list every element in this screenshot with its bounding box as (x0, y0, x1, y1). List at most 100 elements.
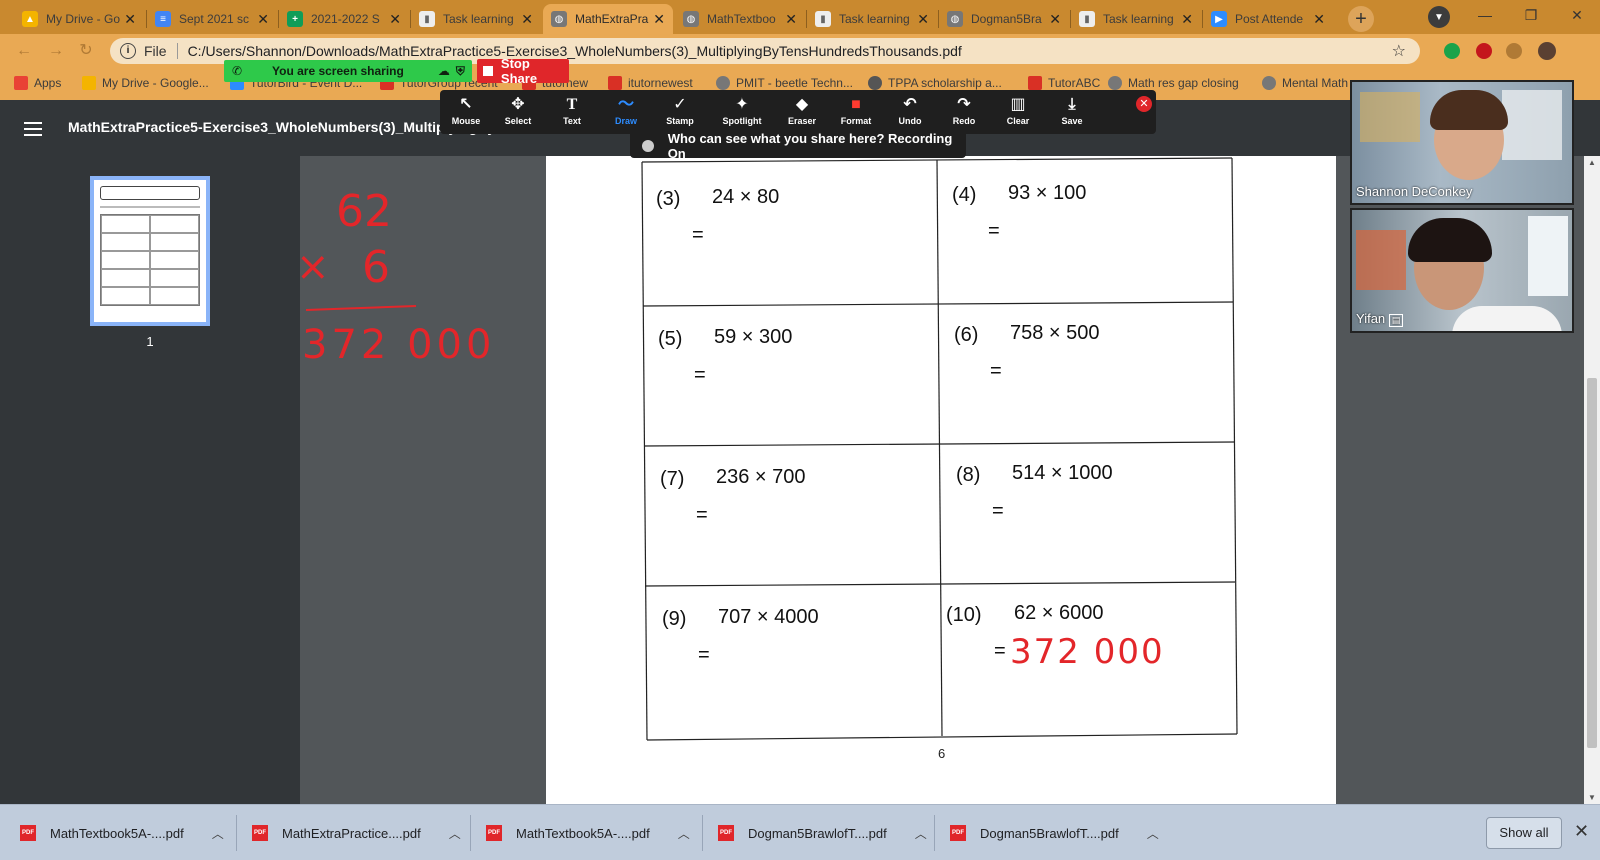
download-item[interactable]: PDF MathExtraPractice....pdf ︿ (252, 819, 461, 847)
tool-redo[interactable]: ↷ Redo (938, 94, 990, 126)
back-icon[interactable]: ← (14, 41, 34, 61)
reload-icon[interactable]: ↻ (76, 41, 96, 61)
chevron-up-icon[interactable]: ︿ (1147, 825, 1159, 842)
pdf-page: (3) 24 × 80 = (4) 93 × 100 = (5) 59 × 30… (546, 156, 1336, 804)
recording-notice[interactable]: Who can see what you share here? Recordi… (630, 131, 966, 161)
tool-eraser[interactable]: ◆ Eraser (776, 94, 828, 126)
problem-number: (10) (946, 604, 982, 626)
chevron-up-icon[interactable]: ︿ (678, 825, 690, 842)
problem-expression: 24 × 80 (712, 186, 780, 208)
download-item[interactable]: PDF Dogman5BrawlofT....pdf ︿ (950, 819, 1159, 847)
chevron-up-icon[interactable]: ︿ (449, 825, 461, 842)
menu-icon[interactable] (24, 122, 42, 136)
chevron-up-icon[interactable]: ︿ (915, 825, 927, 842)
mouse-icon: ↖ (459, 96, 473, 113)
tool-mouse[interactable]: ↖ Mouse (440, 94, 492, 126)
tab-math-textbook[interactable]: ◍ MathTextboo ✕ (675, 4, 805, 34)
close-downloads-icon[interactable]: ✕ (1574, 821, 1589, 842)
close-icon[interactable]: ✕ (389, 11, 401, 28)
download-item[interactable]: PDF MathTextbook5A-....pdf ︿ (20, 819, 224, 847)
bookmark-itutornewest[interactable]: itutornewest (608, 76, 693, 90)
people-icon (642, 140, 654, 152)
close-icon[interactable]: ✕ (1181, 11, 1193, 28)
tab-my-drive[interactable]: ▲ My Drive - Go ✕ (14, 4, 144, 34)
show-all-button[interactable]: Show all (1486, 817, 1562, 849)
new-tab-button[interactable]: + (1348, 6, 1374, 32)
scroll-down-icon[interactable]: ▼ (1587, 793, 1597, 802)
tool-clear[interactable]: ▥ Clear (992, 94, 1044, 126)
trash-icon: ▥ (1010, 96, 1026, 113)
tab-sept-2021[interactable]: ≡ Sept 2021 sc ✕ (147, 4, 277, 34)
tool-undo[interactable]: ↶ Undo (884, 94, 936, 126)
tool-stamp[interactable]: ✓ Stamp (654, 94, 706, 126)
restore-icon[interactable]: ❐ (1508, 0, 1554, 30)
page-thumbnail[interactable] (90, 176, 210, 326)
tool-save[interactable]: ⤓ Save (1046, 94, 1098, 126)
download-item[interactable]: PDF MathTextbook5A-....pdf ︿ (486, 819, 690, 847)
close-icon[interactable]: ✕ (1049, 11, 1061, 28)
bookmark-math-res[interactable]: Math res gap closing (1108, 76, 1239, 90)
tool-draw[interactable]: 〜 Draw (600, 94, 652, 126)
handwritten-work-top: 62 (336, 186, 392, 237)
profile-avatar[interactable] (1538, 42, 1556, 60)
tab-task-learning-3[interactable]: ▮ Task learning ✕ (1071, 4, 1201, 34)
tab-search-icon[interactable]: ▼ (1428, 6, 1450, 28)
spotlight-icon: ✦ (735, 96, 749, 113)
problem-number: (6) (954, 324, 979, 346)
equals-sign: = (696, 504, 708, 526)
tool-text[interactable]: T Text (546, 94, 598, 126)
close-icon[interactable]: ✕ (1313, 11, 1325, 28)
tab-dogman[interactable]: ◍ Dogman5Bra ✕ (939, 4, 1069, 34)
equals-sign: = (988, 220, 1000, 242)
close-annotation-icon[interactable]: ✕ (1136, 96, 1152, 112)
problem-number: (9) (662, 608, 687, 630)
scrollbar-thumb[interactable] (1587, 378, 1597, 748)
pdf-icon: PDF (718, 825, 734, 841)
drive-icon: ▲ (22, 11, 38, 27)
video-tile-yifan[interactable]: Yifan ▤ (1350, 208, 1574, 333)
drive-icon (82, 76, 96, 90)
video-tile-shannon[interactable]: Shannon DeConkey (1350, 80, 1574, 205)
bookmark-tutorabc[interactable]: TutorABC (1028, 76, 1100, 90)
draw-icon: 〜 (617, 96, 634, 113)
close-icon[interactable]: ✕ (785, 11, 797, 28)
tab-task-learning-2[interactable]: ▮ Task learning ✕ (807, 4, 937, 34)
close-icon[interactable]: ✕ (257, 11, 269, 28)
tool-spotlight[interactable]: ✦ Spotlight (716, 94, 768, 126)
download-item[interactable]: PDF Dogman5BrawlofT....pdf ︿ (718, 819, 927, 847)
puzzle-icon[interactable] (1506, 43, 1522, 59)
close-icon[interactable]: ✕ (124, 11, 136, 28)
window-close-icon[interactable]: ✕ (1554, 0, 1600, 30)
close-icon[interactable]: ✕ (653, 11, 665, 28)
pdf-thumbnail-sidebar: 1 (0, 156, 300, 804)
forward-icon[interactable]: → (46, 41, 66, 61)
tool-format[interactable]: ■ Format (830, 94, 882, 126)
bookmark-apps[interactable]: Apps (14, 76, 61, 90)
info-icon[interactable]: i (120, 43, 136, 59)
format-icon: ■ (851, 96, 861, 113)
globe-icon: ◍ (947, 11, 963, 27)
tab-math-extra-practice[interactable]: ◍ MathExtraPra ✕ (543, 4, 673, 34)
tab-2021-2022[interactable]: + 2021-2022 S ✕ (279, 4, 409, 34)
bookmark-my-drive[interactable]: My Drive - Google... (82, 76, 209, 90)
ublock-icon[interactable] (1476, 43, 1492, 59)
extension-icon[interactable] (1444, 43, 1460, 59)
chevron-up-icon[interactable]: ︿ (212, 825, 224, 842)
tab-task-learning[interactable]: ▮ Task learning ✕ (411, 4, 541, 34)
bookmark-star-icon[interactable]: ☆ (1392, 41, 1406, 61)
save-icon: ⤓ (1068, 96, 1076, 113)
minimize-icon[interactable]: — (1462, 0, 1508, 30)
close-icon[interactable]: ✕ (917, 11, 929, 28)
scroll-up-icon[interactable]: ▲ (1587, 158, 1597, 167)
stop-share-button[interactable]: Stop Share (477, 56, 569, 86)
close-icon[interactable]: ✕ (521, 11, 533, 28)
bookmark-tppa[interactable]: TPPA scholarship a... (868, 76, 1002, 90)
bookmark-pmit[interactable]: PMIT - beetle Techn... (716, 76, 853, 90)
apps-icon (14, 76, 28, 90)
bookmark-mental-math[interactable]: Mental Math (1262, 76, 1348, 90)
problem-number: (3) (656, 188, 681, 210)
screen-sharing-banner[interactable]: ✆ You are screen sharing ☁ ⛨ (224, 60, 472, 82)
tool-select[interactable]: ✥ Select (492, 94, 544, 126)
vertical-scrollbar[interactable]: ▲ ▼ (1584, 156, 1600, 804)
tab-post-attendee[interactable]: ▶ Post Attende ✕ (1203, 4, 1333, 34)
